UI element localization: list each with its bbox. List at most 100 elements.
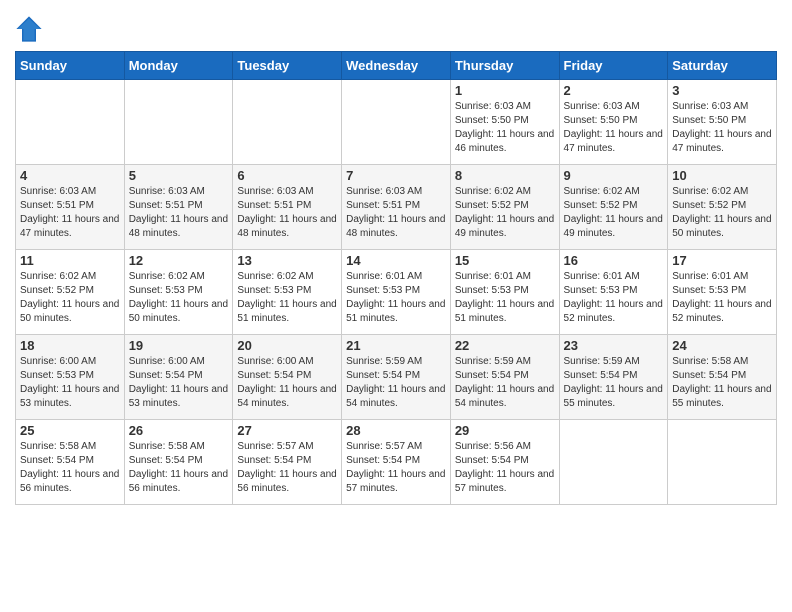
day-number: 24 bbox=[672, 338, 772, 353]
sunrise-text: Sunrise: 5:59 AM bbox=[455, 356, 531, 367]
sunset-text: Sunset: 5:54 PM bbox=[672, 370, 746, 381]
day-number: 22 bbox=[455, 338, 555, 353]
day-number: 18 bbox=[20, 338, 120, 353]
calendar-cell: 4 Sunrise: 6:03 AM Sunset: 5:51 PM Dayli… bbox=[16, 165, 125, 250]
day-info: Sunrise: 6:03 AM Sunset: 5:51 PM Dayligh… bbox=[20, 185, 120, 241]
calendar-week-row: 25 Sunrise: 5:58 AM Sunset: 5:54 PM Dayl… bbox=[16, 420, 777, 505]
sunrise-text: Sunrise: 6:00 AM bbox=[20, 356, 96, 367]
day-number: 5 bbox=[129, 168, 229, 183]
calendar-week-row: 1 Sunrise: 6:03 AM Sunset: 5:50 PM Dayli… bbox=[16, 80, 777, 165]
daylight-text: Daylight: 11 hours and 57 minutes. bbox=[455, 469, 554, 494]
day-info: Sunrise: 6:03 AM Sunset: 5:51 PM Dayligh… bbox=[237, 185, 337, 241]
day-info: Sunrise: 5:58 AM Sunset: 5:54 PM Dayligh… bbox=[129, 440, 229, 496]
sunset-text: Sunset: 5:53 PM bbox=[564, 285, 638, 296]
sunrise-text: Sunrise: 6:03 AM bbox=[564, 101, 640, 112]
day-info: Sunrise: 5:59 AM Sunset: 5:54 PM Dayligh… bbox=[455, 355, 555, 411]
sunset-text: Sunset: 5:53 PM bbox=[455, 285, 529, 296]
day-info: Sunrise: 6:01 AM Sunset: 5:53 PM Dayligh… bbox=[672, 270, 772, 326]
header bbox=[15, 10, 777, 43]
day-info: Sunrise: 6:00 AM Sunset: 5:54 PM Dayligh… bbox=[237, 355, 337, 411]
sunrise-text: Sunrise: 6:03 AM bbox=[672, 101, 748, 112]
sunset-text: Sunset: 5:51 PM bbox=[346, 200, 420, 211]
day-info: Sunrise: 6:00 AM Sunset: 5:54 PM Dayligh… bbox=[129, 355, 229, 411]
calendar-cell bbox=[16, 80, 125, 165]
sunrise-text: Sunrise: 5:57 AM bbox=[346, 441, 422, 452]
sunrise-text: Sunrise: 6:02 AM bbox=[237, 271, 313, 282]
sunset-text: Sunset: 5:54 PM bbox=[455, 455, 529, 466]
day-info: Sunrise: 6:01 AM Sunset: 5:53 PM Dayligh… bbox=[564, 270, 664, 326]
daylight-text: Daylight: 11 hours and 54 minutes. bbox=[455, 384, 554, 409]
calendar-cell: 24 Sunrise: 5:58 AM Sunset: 5:54 PM Dayl… bbox=[668, 335, 777, 420]
sunrise-text: Sunrise: 6:02 AM bbox=[129, 271, 205, 282]
day-number: 7 bbox=[346, 168, 446, 183]
sunset-text: Sunset: 5:52 PM bbox=[672, 200, 746, 211]
day-number: 2 bbox=[564, 83, 664, 98]
daylight-text: Daylight: 11 hours and 54 minutes. bbox=[346, 384, 445, 409]
sunrise-text: Sunrise: 6:01 AM bbox=[455, 271, 531, 282]
calendar-cell: 25 Sunrise: 5:58 AM Sunset: 5:54 PM Dayl… bbox=[16, 420, 125, 505]
daylight-text: Daylight: 11 hours and 49 minutes. bbox=[564, 214, 663, 239]
day-number: 6 bbox=[237, 168, 337, 183]
day-info: Sunrise: 6:02 AM Sunset: 5:52 PM Dayligh… bbox=[564, 185, 664, 241]
daylight-text: Daylight: 11 hours and 53 minutes. bbox=[129, 384, 228, 409]
calendar-cell: 3 Sunrise: 6:03 AM Sunset: 5:50 PM Dayli… bbox=[668, 80, 777, 165]
sunrise-text: Sunrise: 6:02 AM bbox=[455, 186, 531, 197]
calendar-cell: 12 Sunrise: 6:02 AM Sunset: 5:53 PM Dayl… bbox=[124, 250, 233, 335]
weekday-header: Sunday bbox=[16, 52, 125, 80]
sunset-text: Sunset: 5:51 PM bbox=[20, 200, 94, 211]
day-number: 17 bbox=[672, 253, 772, 268]
sunset-text: Sunset: 5:51 PM bbox=[129, 200, 203, 211]
day-info: Sunrise: 5:58 AM Sunset: 5:54 PM Dayligh… bbox=[20, 440, 120, 496]
calendar-week-row: 4 Sunrise: 6:03 AM Sunset: 5:51 PM Dayli… bbox=[16, 165, 777, 250]
calendar-cell: 10 Sunrise: 6:02 AM Sunset: 5:52 PM Dayl… bbox=[668, 165, 777, 250]
day-info: Sunrise: 6:02 AM Sunset: 5:53 PM Dayligh… bbox=[237, 270, 337, 326]
sunset-text: Sunset: 5:52 PM bbox=[564, 200, 638, 211]
sunrise-text: Sunrise: 5:57 AM bbox=[237, 441, 313, 452]
day-info: Sunrise: 6:03 AM Sunset: 5:51 PM Dayligh… bbox=[346, 185, 446, 241]
calendar-cell: 18 Sunrise: 6:00 AM Sunset: 5:53 PM Dayl… bbox=[16, 335, 125, 420]
calendar-cell: 19 Sunrise: 6:00 AM Sunset: 5:54 PM Dayl… bbox=[124, 335, 233, 420]
sunset-text: Sunset: 5:53 PM bbox=[20, 370, 94, 381]
daylight-text: Daylight: 11 hours and 51 minutes. bbox=[346, 299, 445, 324]
day-info: Sunrise: 6:03 AM Sunset: 5:51 PM Dayligh… bbox=[129, 185, 229, 241]
calendar-cell: 9 Sunrise: 6:02 AM Sunset: 5:52 PM Dayli… bbox=[559, 165, 668, 250]
weekday-header: Saturday bbox=[668, 52, 777, 80]
day-number: 20 bbox=[237, 338, 337, 353]
day-number: 28 bbox=[346, 423, 446, 438]
day-info: Sunrise: 6:01 AM Sunset: 5:53 PM Dayligh… bbox=[455, 270, 555, 326]
sunset-text: Sunset: 5:50 PM bbox=[455, 115, 529, 126]
sunset-text: Sunset: 5:54 PM bbox=[346, 455, 420, 466]
sunset-text: Sunset: 5:54 PM bbox=[20, 455, 94, 466]
sunrise-text: Sunrise: 5:56 AM bbox=[455, 441, 531, 452]
daylight-text: Daylight: 11 hours and 50 minutes. bbox=[20, 299, 119, 324]
day-number: 14 bbox=[346, 253, 446, 268]
calendar-cell: 2 Sunrise: 6:03 AM Sunset: 5:50 PM Dayli… bbox=[559, 80, 668, 165]
day-number: 4 bbox=[20, 168, 120, 183]
day-number: 1 bbox=[455, 83, 555, 98]
day-number: 25 bbox=[20, 423, 120, 438]
calendar-cell: 17 Sunrise: 6:01 AM Sunset: 5:53 PM Dayl… bbox=[668, 250, 777, 335]
daylight-text: Daylight: 11 hours and 55 minutes. bbox=[672, 384, 771, 409]
calendar-cell bbox=[668, 420, 777, 505]
day-number: 8 bbox=[455, 168, 555, 183]
calendar-table: SundayMondayTuesdayWednesdayThursdayFrid… bbox=[15, 51, 777, 505]
calendar-cell bbox=[559, 420, 668, 505]
day-info: Sunrise: 6:03 AM Sunset: 5:50 PM Dayligh… bbox=[564, 100, 664, 156]
calendar-header-row: SundayMondayTuesdayWednesdayThursdayFrid… bbox=[16, 52, 777, 80]
page: SundayMondayTuesdayWednesdayThursdayFrid… bbox=[0, 0, 792, 612]
day-info: Sunrise: 5:58 AM Sunset: 5:54 PM Dayligh… bbox=[672, 355, 772, 411]
day-info: Sunrise: 5:56 AM Sunset: 5:54 PM Dayligh… bbox=[455, 440, 555, 496]
day-number: 13 bbox=[237, 253, 337, 268]
sunset-text: Sunset: 5:52 PM bbox=[20, 285, 94, 296]
calendar-cell: 21 Sunrise: 5:59 AM Sunset: 5:54 PM Dayl… bbox=[342, 335, 451, 420]
day-info: Sunrise: 6:03 AM Sunset: 5:50 PM Dayligh… bbox=[455, 100, 555, 156]
sunrise-text: Sunrise: 5:59 AM bbox=[564, 356, 640, 367]
day-number: 19 bbox=[129, 338, 229, 353]
day-number: 26 bbox=[129, 423, 229, 438]
sunrise-text: Sunrise: 5:59 AM bbox=[346, 356, 422, 367]
sunset-text: Sunset: 5:50 PM bbox=[564, 115, 638, 126]
daylight-text: Daylight: 11 hours and 49 minutes. bbox=[455, 214, 554, 239]
day-info: Sunrise: 5:59 AM Sunset: 5:54 PM Dayligh… bbox=[564, 355, 664, 411]
calendar-cell: 20 Sunrise: 6:00 AM Sunset: 5:54 PM Dayl… bbox=[233, 335, 342, 420]
daylight-text: Daylight: 11 hours and 47 minutes. bbox=[20, 214, 119, 239]
